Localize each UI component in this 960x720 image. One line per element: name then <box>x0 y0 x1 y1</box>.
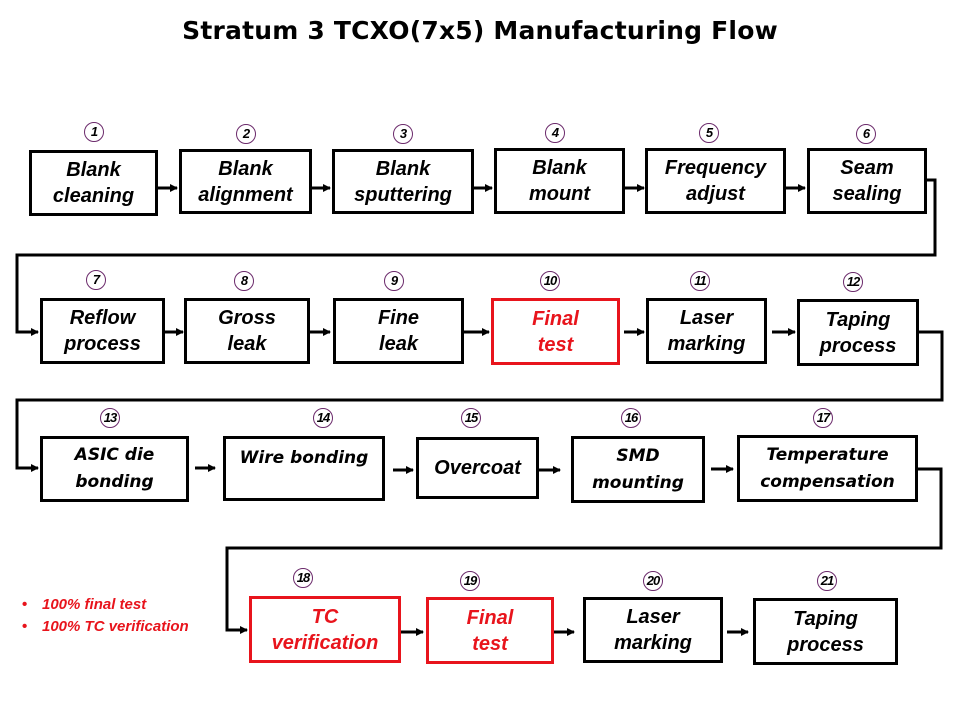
step-7-reflow-process: Reflow process <box>40 298 165 364</box>
step-19-label: Final test <box>466 606 514 655</box>
step-number-18: 18 <box>293 568 313 588</box>
step-5-frequency-adjust: Frequency adjust <box>645 148 786 214</box>
step-18-tc-verification: TC verification <box>249 596 401 663</box>
step-number-20: 20 <box>643 571 663 591</box>
step-15-overcoat: Overcoat <box>416 437 539 499</box>
step-2-blank-alignment: Blank alignment <box>179 149 312 214</box>
step-13-label: ASIC die bonding <box>74 445 155 492</box>
step-16-label: SMD mounting <box>592 445 684 493</box>
step-3-blank-sputtering: Blank sputtering <box>332 149 474 214</box>
step-number-12: 12 <box>843 272 863 292</box>
step-number-14: 14 <box>313 408 333 428</box>
step-10-label: Final test <box>532 307 579 356</box>
step-21-taping-process: Taping process <box>753 598 898 665</box>
step-number-10: 10 <box>540 271 560 291</box>
step-11-laser-marking: Laser marking <box>646 298 767 364</box>
step-number-9: 9 <box>384 271 404 291</box>
step-number-5: 5 <box>699 123 719 143</box>
step-number-4: 4 <box>545 123 565 143</box>
step-number-13: 13 <box>100 408 120 428</box>
step-number-6: 6 <box>856 124 876 144</box>
step-15-label: Overcoat <box>434 457 521 479</box>
step-number-3: 3 <box>393 124 413 144</box>
step-number-1: 1 <box>84 122 104 142</box>
step-4-blank-mount: Blank mount <box>494 148 625 214</box>
step-21-label: Taping process <box>787 607 864 656</box>
step-5-label: Frequency adjust <box>664 157 767 205</box>
step-1-label: Blank cleaning <box>52 159 135 207</box>
step-6-label: Seam sealing <box>832 157 902 205</box>
note-tc-verification: 100% TC verification <box>22 618 202 636</box>
step-8-gross-leak: Gross leak <box>184 298 310 364</box>
step-8-label: Gross leak <box>218 307 276 355</box>
step-1-blank-cleaning: Blank cleaning <box>29 150 158 216</box>
step-20-laser-marking: Laser marking <box>583 597 723 663</box>
step-7-label: Reflow process <box>64 307 141 355</box>
step-20-label: Laser marking <box>614 606 692 654</box>
step-number-7: 7 <box>86 270 106 290</box>
step-18-label: TC verification <box>271 605 379 654</box>
step-6-seam-sealing: Seam sealing <box>807 148 927 214</box>
step-10-final-test: Final test <box>491 298 620 365</box>
step-3-label: Blank sputtering <box>354 157 452 206</box>
step-13-asic-die-bonding: ASIC die bonding <box>40 436 189 502</box>
step-9-fine-leak: Fine leak <box>333 298 464 364</box>
step-number-2: 2 <box>236 124 256 144</box>
quality-notes: 100% final test 100% TC verification <box>22 596 202 640</box>
step-17-label: Temperature compensation <box>760 444 895 492</box>
step-9-label: Fine leak <box>377 307 420 355</box>
step-2-label: Blank alignment <box>198 157 293 206</box>
step-12-taping-process: Taping process <box>797 299 919 366</box>
step-number-16: 16 <box>621 408 641 428</box>
step-number-15: 15 <box>461 408 481 428</box>
step-17-temperature-compensation: Temperature compensation <box>737 435 918 502</box>
step-4-label: Blank mount <box>528 157 591 205</box>
step-14-wire-bonding: Wire bonding <box>223 436 385 501</box>
note-final-test: 100% final test <box>22 596 202 614</box>
step-14-label: Wire bonding <box>239 448 369 468</box>
step-number-8: 8 <box>234 271 254 291</box>
step-number-19: 19 <box>460 571 480 591</box>
step-12-label: Taping process <box>819 308 897 357</box>
step-number-11: 11 <box>690 271 710 291</box>
step-19-final-test: Final test <box>426 597 554 664</box>
step-11-label: Laser marking <box>667 307 746 355</box>
step-number-21: 21 <box>817 571 837 591</box>
step-16-smd-mounting: SMD mounting <box>571 436 705 503</box>
step-number-17: 17 <box>813 408 833 428</box>
